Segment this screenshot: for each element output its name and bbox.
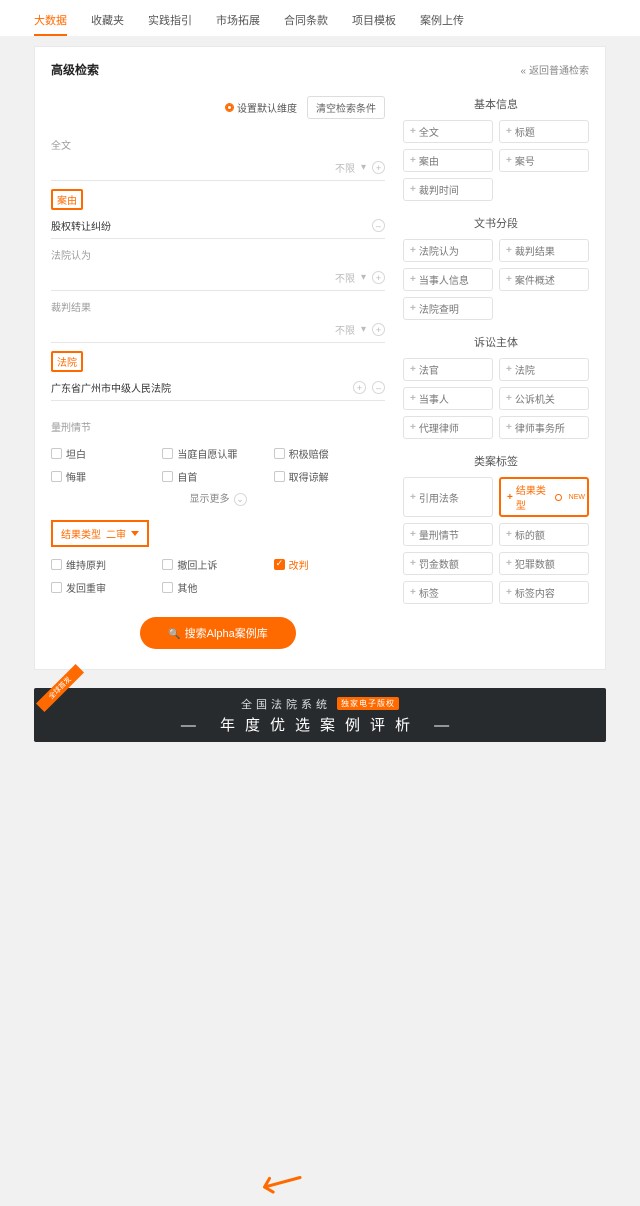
advanced-search-card: 高级检索 返回普通检索 设置默认维度 清空检索条件 全文 不限▾+ 案由 股权转…	[34, 46, 606, 670]
tab-contract[interactable]: 合同条款	[284, 8, 328, 36]
field-pill[interactable]: +法院认为	[403, 239, 493, 262]
field-pill[interactable]: +裁判结果	[499, 239, 589, 262]
result-opt[interactable]: 维持原判	[51, 557, 162, 572]
result-options: 维持原判 撤回上诉 改判 发回重审 其他	[51, 557, 385, 595]
court-label: 法院	[51, 351, 83, 372]
search-button[interactable]: 搜索Alpha案例库	[140, 617, 296, 649]
field-pill[interactable]: +裁判时间	[403, 178, 493, 201]
fulltext-field[interactable]: 不限▾+	[51, 156, 385, 181]
section-basic-title: 基本信息	[403, 96, 589, 112]
field-pill[interactable]: +罚金数额	[403, 552, 493, 575]
chevron-down-icon: ▾	[361, 272, 366, 283]
result-opt[interactable]: 发回重审	[51, 580, 162, 595]
annotation-arrow-icon	[263, 1165, 304, 1206]
verdict-label: 裁判结果	[51, 299, 91, 314]
field-pill[interactable]: +案由	[403, 149, 493, 172]
field-picker-panel: 基本信息 +全文 +标题 +案由 +案号 +裁判时间 文书分段 +法院认为 +裁…	[403, 96, 589, 649]
fulltext-label: 全文	[51, 137, 71, 152]
verdict-field[interactable]: 不限▾+	[51, 318, 385, 343]
section-party-title: 诉讼主体	[403, 334, 589, 350]
field-pill[interactable]: +公诉机关	[499, 387, 589, 410]
card-title: 高级检索	[51, 61, 99, 78]
clear-filters-button[interactable]: 清空检索条件	[307, 96, 385, 119]
field-pill[interactable]: +律师事务所	[499, 416, 589, 439]
nav-tabs: 大数据 收藏夹 实践指引 市场拓展 合同条款 项目模板 案例上传	[0, 0, 640, 36]
field-pill[interactable]: +法官	[403, 358, 493, 381]
tab-market[interactable]: 市场拓展	[216, 8, 260, 36]
tab-upload[interactable]: 案例上传	[420, 8, 464, 36]
remove-icon[interactable]: –	[372, 219, 385, 232]
field-pill[interactable]: +犯罪数额	[499, 552, 589, 575]
field-pill[interactable]: +法院查明	[403, 297, 493, 320]
remove-icon[interactable]: –	[372, 381, 385, 394]
field-pill[interactable]: +当事人	[403, 387, 493, 410]
field-pill[interactable]: +标题	[499, 120, 589, 143]
result-type-selector[interactable]: 结果类型 二审	[51, 520, 149, 547]
sentencing-opt[interactable]: 自首	[162, 469, 273, 484]
court-opinion-field[interactable]: 不限▾+	[51, 266, 385, 291]
back-to-basic-link[interactable]: 返回普通检索	[520, 62, 589, 77]
field-pill[interactable]: +量刑情节	[403, 523, 493, 546]
chevron-down-icon: ⌄	[234, 493, 247, 506]
result-opt[interactable]: 撤回上诉	[162, 557, 273, 572]
add-icon[interactable]: +	[353, 381, 366, 394]
promo-banner[interactable]: 全球首发 全国法院系统独家电子版权 — 年度优选案例评析 —	[34, 688, 606, 742]
filters-panel: 设置默认维度 清空检索条件 全文 不限▾+ 案由 股权转让纠纷 – 法院认为 不…	[51, 96, 385, 649]
field-pill[interactable]: +标的额	[499, 523, 589, 546]
court-opinion-label: 法院认为	[51, 247, 91, 262]
show-more-toggle[interactable]: 显示更多⌄	[51, 490, 385, 506]
cause-label: 案由	[51, 189, 83, 210]
cause-field[interactable]: 股权转让纠纷 –	[51, 214, 385, 239]
sentencing-opt[interactable]: 取得谅解	[274, 469, 385, 484]
add-icon[interactable]: +	[372, 271, 385, 284]
result-opt-checked[interactable]: 改判	[274, 557, 385, 572]
sentencing-opt[interactable]: 积极赔偿	[274, 446, 385, 461]
sentencing-opt[interactable]: 当庭自愿认罪	[162, 446, 273, 461]
exclusive-badge: 独家电子版权	[337, 697, 399, 710]
chevron-down-icon: ▾	[361, 162, 366, 173]
chevron-down-icon	[131, 531, 139, 536]
tab-templates[interactable]: 项目模板	[352, 8, 396, 36]
radio-icon	[555, 494, 562, 501]
add-icon[interactable]: +	[372, 161, 385, 174]
tab-favorites[interactable]: 收藏夹	[91, 8, 124, 36]
tab-guides[interactable]: 实践指引	[148, 8, 192, 36]
field-pill[interactable]: +当事人信息	[403, 268, 493, 291]
tab-bigdata[interactable]: 大数据	[34, 8, 67, 36]
court-field[interactable]: 广东省广州市中级人民法院 +–	[51, 376, 385, 401]
set-default-radio[interactable]: 设置默认维度	[225, 100, 297, 115]
field-pill[interactable]: +引用法条	[403, 477, 493, 517]
field-pill[interactable]: +标签	[403, 581, 493, 604]
field-pill[interactable]: +案号	[499, 149, 589, 172]
add-icon[interactable]: +	[372, 323, 385, 336]
chevron-down-icon: ▾	[361, 324, 366, 335]
field-pill[interactable]: +案件概述	[499, 268, 589, 291]
field-pill[interactable]: +代理律师	[403, 416, 493, 439]
sentencing-opt[interactable]: 坦白	[51, 446, 162, 461]
field-pill[interactable]: +法院	[499, 358, 589, 381]
sentencing-label: 量刑情节	[51, 419, 91, 434]
result-opt[interactable]: 其他	[162, 580, 273, 595]
section-doc-title: 文书分段	[403, 215, 589, 231]
sentencing-opt[interactable]: 悔罪	[51, 469, 162, 484]
field-pill-result-type[interactable]: +结果类型NEW	[499, 477, 589, 517]
corner-badge: 全球首发	[36, 664, 84, 712]
sentencing-options: 坦白 当庭自愿认罪 积极赔偿 悔罪 自首 取得谅解	[51, 446, 385, 484]
field-pill[interactable]: +全文	[403, 120, 493, 143]
field-pill[interactable]: +标签内容	[499, 581, 589, 604]
section-tags-title: 类案标签	[403, 453, 589, 469]
